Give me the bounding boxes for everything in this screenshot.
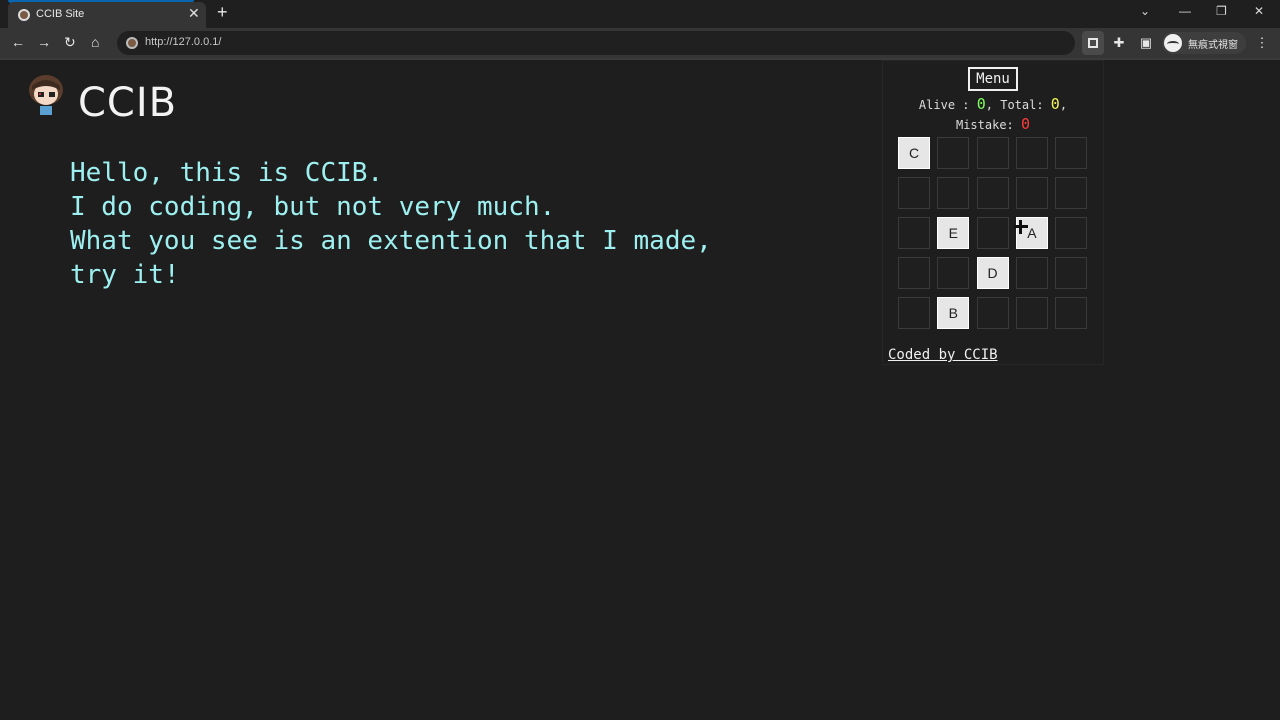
puzzle-icon[interactable]: ✚	[1111, 35, 1127, 51]
grid-cell[interactable]	[937, 137, 970, 169]
grid-cell[interactable]	[898, 257, 930, 289]
mistake-value: 0	[1021, 115, 1031, 133]
grid-cell[interactable]	[976, 217, 1009, 249]
address-bar[interactable]: http://127.0.0.1/	[117, 31, 1075, 55]
reload-icon[interactable]: ↻	[64, 34, 76, 51]
grid-cell[interactable]: E	[937, 217, 970, 249]
game-stats: Alive : 0, Total: 0, Mistake: 0	[918, 95, 1068, 133]
grid-cell[interactable]	[1055, 257, 1088, 289]
close-tab-icon[interactable]: ✕	[188, 5, 200, 22]
grid-cell[interactable]: D	[976, 257, 1009, 289]
extension-square-icon	[1088, 38, 1098, 48]
forward-icon[interactable]: →	[37, 34, 51, 50]
browser-toolbar: ← → ↻ ⌂ http://127.0.0.1/ ✚ ▣ 無痕式視窗 ⋮	[0, 28, 1280, 58]
avatar	[29, 75, 63, 115]
alive-value: 0	[976, 95, 986, 113]
tab-search-icon[interactable]: ⌄	[1140, 4, 1150, 18]
grid-cell[interactable]	[937, 257, 970, 289]
credit-link[interactable]: Coded by CCIB	[888, 347, 998, 363]
profile-label: 無痕式視窗	[1188, 39, 1238, 51]
grid-cell[interactable]	[937, 177, 970, 209]
tab-strip: CCIB Site ✕ + ⌄ — ❐ ✕	[0, 0, 1280, 28]
grid-cell[interactable]	[898, 297, 930, 329]
site-info-icon[interactable]	[126, 37, 138, 49]
total-label: Total	[1000, 98, 1037, 112]
grid-cell[interactable]	[1015, 177, 1048, 209]
grid-cell[interactable]	[1055, 177, 1088, 209]
intro-text: Hello, this is CCIB. I do coding, but no…	[70, 156, 712, 292]
intro-line: I do coding, but not very much.	[70, 192, 556, 222]
grid-cell[interactable]	[976, 297, 1009, 329]
grid-cell[interactable]	[1015, 297, 1048, 329]
intro-line: try it!	[70, 260, 180, 290]
home-icon[interactable]: ⌂	[91, 34, 99, 50]
grid-cell[interactable]	[1055, 217, 1088, 249]
url-text[interactable]: http://127.0.0.1/	[145, 36, 221, 48]
menu-button[interactable]: Menu	[968, 67, 1018, 91]
grid-cell[interactable]	[976, 137, 1009, 169]
grid-cell[interactable]	[976, 177, 1009, 209]
mistake-label: Mistake	[955, 118, 1007, 132]
grid-cell[interactable]	[1055, 297, 1088, 329]
tab-ccib-site[interactable]: CCIB Site ✕	[8, 2, 206, 28]
grid-cell[interactable]: B	[937, 297, 970, 329]
restore-button[interactable]: ❐	[1216, 4, 1227, 18]
grid-cell[interactable]	[898, 177, 930, 209]
grid-cell[interactable]	[1015, 257, 1048, 289]
new-tab-button[interactable]: +	[217, 3, 228, 21]
intro-line: What you see is an extention that I made…	[70, 226, 712, 256]
side-panel-icon[interactable]: ▣	[1138, 35, 1154, 51]
tab-title: CCIB Site	[36, 8, 85, 20]
page-title: CCIB	[78, 80, 178, 126]
incognito-icon	[1164, 34, 1182, 52]
total-value: 0	[1050, 95, 1060, 113]
back-icon[interactable]: ←	[11, 34, 25, 50]
alive-label: Alive	[918, 98, 956, 112]
extension-popup: Menu Alive : 0, Total: 0, Mistake: 0 C E A…	[882, 60, 1104, 365]
site-favicon-icon	[18, 9, 30, 21]
grid-cell[interactable]	[1015, 137, 1048, 169]
grid-cell[interactable]: C	[898, 137, 930, 169]
intro-line: Hello, this is CCIB.	[70, 158, 384, 188]
grid-cell[interactable]	[1055, 137, 1088, 169]
minimize-button[interactable]: —	[1179, 4, 1191, 18]
grid-cell[interactable]	[898, 217, 930, 249]
close-window-button[interactable]: ✕	[1254, 4, 1264, 18]
incognito-profile-button[interactable]: 無痕式視窗	[1162, 32, 1246, 54]
active-extension-button[interactable]	[1082, 31, 1104, 55]
crosshair-cursor-icon	[1014, 220, 1028, 234]
more-menu-icon[interactable]: ⋮	[1254, 35, 1270, 51]
